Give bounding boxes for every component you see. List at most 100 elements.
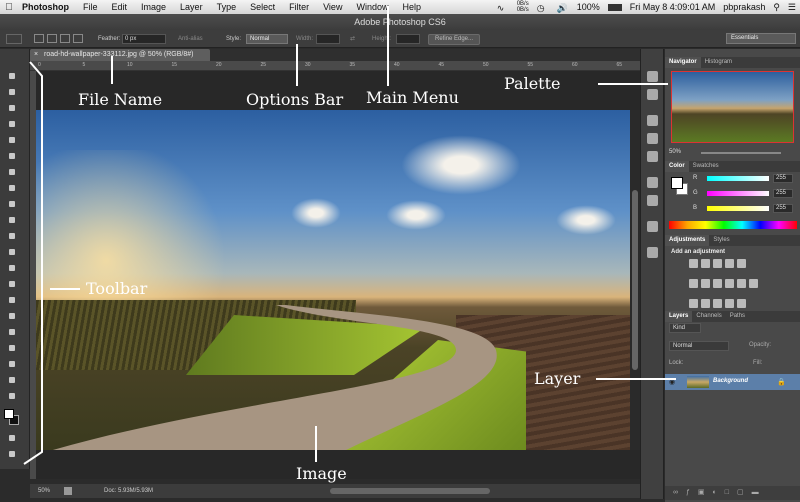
workspace-select[interactable]: Essentials	[726, 33, 796, 44]
red-track[interactable]	[707, 176, 769, 181]
delete-layer-icon[interactable]: ▬	[752, 489, 767, 496]
shape-tool-icon[interactable]	[7, 343, 17, 353]
channel-mixer-icon[interactable]	[737, 279, 746, 288]
doc-size[interactable]: Doc: 5.93M/5.93M	[104, 484, 153, 498]
tool-presets-icon[interactable]	[647, 115, 658, 126]
menu-file[interactable]: File	[76, 0, 105, 14]
document-tab[interactable]: × road-hd-wallpaper-333112.jpg @ 50% (RG…	[30, 49, 210, 61]
path-selection-tool-icon[interactable]	[7, 327, 17, 337]
hue-saturation-icon[interactable]	[689, 279, 698, 288]
vertical-scrollbar[interactable]	[630, 110, 640, 450]
color-foreground-swatch[interactable]	[671, 177, 683, 189]
magic-wand-tool-icon[interactable]	[7, 119, 17, 129]
3d-tool-icon[interactable]	[7, 391, 17, 401]
wifi-icon[interactable]: ∿	[497, 3, 509, 13]
tab-histogram[interactable]: Histogram	[701, 57, 736, 68]
menu-app-name[interactable]: Photoshop	[18, 0, 76, 14]
new-selection-icon[interactable]	[34, 34, 44, 43]
tab-styles[interactable]: Styles	[709, 235, 733, 246]
lasso-tool-icon[interactable]	[7, 103, 17, 113]
menu-help[interactable]: Help	[395, 0, 428, 14]
clone-source-icon[interactable]	[647, 177, 658, 188]
brush-presets-icon[interactable]	[647, 151, 658, 162]
actions-icon[interactable]	[647, 89, 658, 100]
zoom-tool-icon[interactable]	[7, 375, 17, 385]
menu-select[interactable]: Select	[243, 0, 282, 14]
menu-type[interactable]: Type	[210, 0, 244, 14]
crop-tool-icon[interactable]	[7, 135, 17, 145]
tab-channels[interactable]: Channels	[692, 311, 725, 322]
blur-tool-icon[interactable]	[7, 263, 17, 273]
blend-mode-select[interactable]: Normal	[669, 341, 729, 351]
tab-color[interactable]: Color	[665, 161, 689, 172]
blue-value[interactable]: 255	[773, 204, 793, 213]
red-slider[interactable]: R 255	[669, 174, 797, 184]
photo-filter-icon[interactable]	[725, 279, 734, 288]
subtract-selection-icon[interactable]	[60, 34, 70, 43]
selective-color-icon[interactable]	[725, 299, 734, 308]
healing-brush-tool-icon[interactable]	[7, 167, 17, 177]
dodge-tool-icon[interactable]	[7, 279, 17, 289]
clock[interactable]: Fri May 8 4:09:01 AM	[630, 2, 716, 12]
green-value[interactable]: 255	[773, 189, 793, 198]
width-input[interactable]	[316, 34, 340, 44]
share-icon[interactable]	[64, 487, 72, 495]
color-spectrum[interactable]	[669, 221, 797, 229]
posterize-icon[interactable]	[701, 299, 710, 308]
style-select[interactable]: Normal	[246, 34, 288, 44]
link-layers-icon[interactable]: ∞	[673, 489, 686, 496]
tab-navigator[interactable]: Navigator	[665, 57, 701, 68]
notification-icon[interactable]: ☰	[788, 2, 796, 13]
menu-edit[interactable]: Edit	[105, 0, 135, 14]
marquee-tool-icon[interactable]	[7, 87, 17, 97]
apple-icon[interactable]: 	[0, 2, 18, 13]
clone-stamp-tool-icon[interactable]	[7, 199, 17, 209]
eraser-tool-icon[interactable]	[7, 231, 17, 241]
menu-layer[interactable]: Layer	[173, 0, 210, 14]
volume-icon[interactable]: 🔊	[557, 3, 569, 13]
curves-icon[interactable]	[713, 259, 722, 268]
tab-swatches[interactable]: Swatches	[689, 161, 723, 172]
quick-mask-icon[interactable]	[7, 433, 17, 443]
layer-name[interactable]: Background	[713, 378, 748, 384]
invert-icon[interactable]	[689, 299, 698, 308]
layer-mask-icon[interactable]: ▣	[698, 489, 713, 496]
green-slider[interactable]: G 255	[669, 189, 797, 199]
move-tool-icon[interactable]	[7, 71, 17, 81]
battery-percent[interactable]: 100%	[577, 2, 600, 12]
green-track[interactable]	[707, 191, 769, 196]
menu-filter[interactable]: Filter	[282, 0, 316, 14]
height-input[interactable]	[396, 34, 420, 44]
menu-view[interactable]: View	[316, 0, 349, 14]
add-selection-icon[interactable]	[47, 34, 57, 43]
search-icon[interactable]: ⚲	[773, 2, 780, 13]
time-machine-icon[interactable]: ◷	[537, 3, 549, 13]
brush-icon[interactable]	[647, 133, 658, 144]
pen-tool-icon[interactable]	[7, 295, 17, 305]
tab-layers[interactable]: Layers	[665, 311, 693, 322]
menu-image[interactable]: Image	[134, 0, 173, 14]
navigator-preview[interactable]	[671, 71, 794, 143]
tool-preset-picker[interactable]	[6, 34, 22, 44]
threshold-icon[interactable]	[713, 299, 722, 308]
layer-kind-filter[interactable]: Kind	[669, 323, 701, 333]
scrollbar-thumb[interactable]	[632, 190, 638, 370]
antialias-checkbox[interactable]: Anti-alias	[178, 34, 203, 44]
exposure-icon[interactable]	[725, 259, 734, 268]
swap-icon[interactable]: ⇄	[350, 34, 355, 44]
menu-window[interactable]: Window	[349, 0, 395, 14]
type-tool-icon[interactable]	[7, 311, 17, 321]
tab-adjustments[interactable]: Adjustments	[665, 235, 710, 246]
eyedropper-tool-icon[interactable]	[7, 151, 17, 161]
layer-row-background[interactable]: ◉ Background 🔒	[665, 374, 800, 390]
visibility-eye-icon[interactable]: ◉	[669, 378, 675, 386]
gradient-map-icon[interactable]	[737, 299, 746, 308]
navigator-zoom-slider[interactable]	[701, 152, 781, 154]
blue-slider[interactable]: B 255	[669, 204, 797, 214]
intersect-selection-icon[interactable]	[73, 34, 83, 43]
horizontal-scrollbar[interactable]	[330, 488, 490, 494]
tab-paths[interactable]: Paths	[726, 311, 749, 322]
new-layer-icon[interactable]: ▢	[737, 489, 752, 496]
history-brush-tool-icon[interactable]	[7, 215, 17, 225]
new-group-icon[interactable]: □	[725, 489, 737, 496]
